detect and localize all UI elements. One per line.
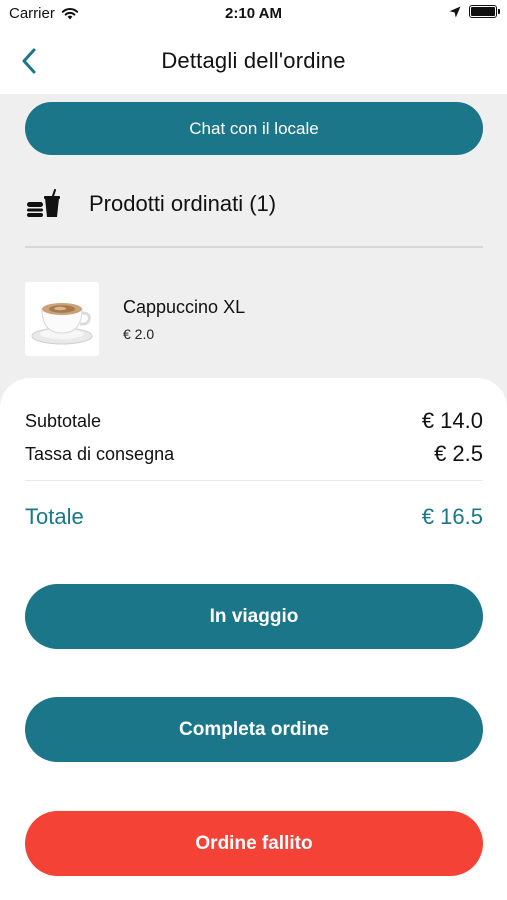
location-arrow-icon xyxy=(449,6,461,17)
delivery-fee-label: Tassa di consegna xyxy=(25,443,175,464)
nav-bar: Dettagli dell'ordine xyxy=(0,28,507,94)
order-failed-button[interactable]: Ordine fallito xyxy=(25,811,483,876)
summary-divider xyxy=(25,480,483,481)
total-value: € 16.5 xyxy=(421,504,483,529)
delivery-fee-row: Tassa di consegna € 2.5 xyxy=(25,441,483,467)
list-item[interactable]: Cappuccino XL € 2.0 xyxy=(25,282,245,356)
page-title: Dettagli dell'ordine xyxy=(161,48,346,73)
subtotal-row: Subtotale € 14.0 xyxy=(25,408,483,434)
order-summary-sheet: Subtotale € 14.0 Tassa di consegna € 2.5… xyxy=(0,378,507,900)
battery-icon xyxy=(469,5,500,18)
status-right xyxy=(449,5,500,18)
product-image xyxy=(25,282,99,356)
total-label: Totale xyxy=(25,504,84,529)
product-price: € 2.0 xyxy=(123,325,155,342)
food-drink-icon xyxy=(27,189,60,217)
complete-order-button[interactable]: Completa ordine xyxy=(25,697,483,762)
subtotal-label: Subtotale xyxy=(25,410,102,431)
product-info: Cappuccino XL € 2.0 xyxy=(123,297,245,342)
subtotal-value: € 14.0 xyxy=(421,408,483,433)
status-time: 2:10 AM xyxy=(225,5,282,22)
order-content: Chat con il locale Prodotti ordinati (1) xyxy=(0,94,507,414)
products-title: Prodotti ordinati (1) xyxy=(89,191,277,216)
products-divider xyxy=(25,246,483,248)
total-row: Totale € 16.5 xyxy=(25,504,483,530)
product-name: Cappuccino XL xyxy=(123,296,246,317)
cappuccino-image xyxy=(31,303,93,345)
in-transit-button[interactable]: In viaggio xyxy=(25,584,483,649)
chat-with-venue-button[interactable]: Chat con il locale xyxy=(25,102,483,155)
delivery-fee-value: € 2.5 xyxy=(434,441,483,466)
status-bar: Carrier 2:10 AM xyxy=(0,0,507,28)
products-header: Prodotti ordinati (1) xyxy=(25,189,276,219)
